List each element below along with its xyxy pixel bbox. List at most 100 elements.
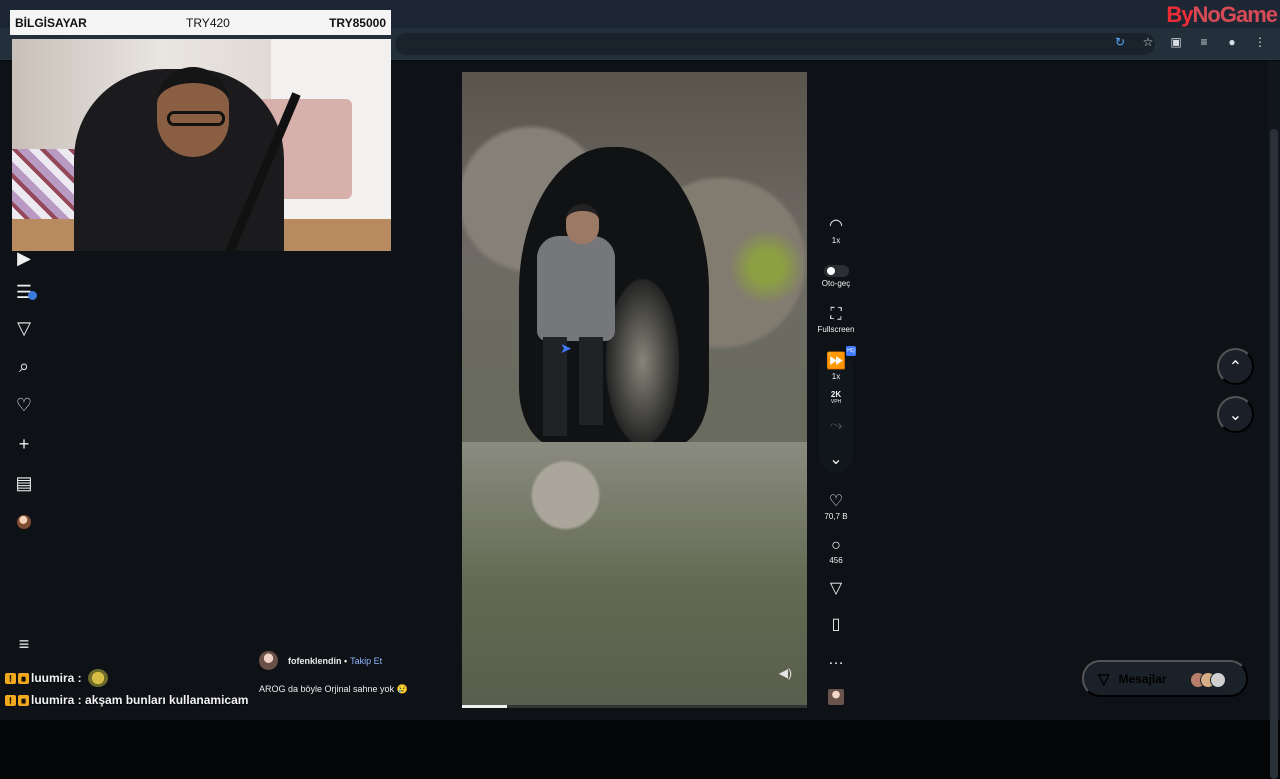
send-icon[interactable]: ▽ <box>6 312 42 344</box>
play-icon[interactable]: ▶ <box>6 242 42 274</box>
video-comment: fofenklendin • Takip Et AROG da böyle Or… <box>259 651 459 701</box>
video-progress-bar[interactable] <box>462 705 807 708</box>
previous-video-button[interactable]: ⌃ <box>1217 348 1254 385</box>
comment-header: fofenklendin • Takip Et <box>259 651 459 670</box>
emote-icon <box>87 669 108 687</box>
address-bar[interactable] <box>395 33 1155 55</box>
nav-avatar-image <box>17 515 31 529</box>
chart-icon[interactable]: ▤ <box>6 467 42 499</box>
dust-cloud <box>605 277 680 447</box>
chat-message: ! ■ luumira : <box>5 669 255 687</box>
man-head <box>566 204 599 244</box>
chat-badge-icon: ■ <box>18 672 29 684</box>
search-icon[interactable]: ⌕ <box>6 350 42 382</box>
like-count: 70,7 B <box>824 511 848 521</box>
stream-overlay-bar: BİLGİSAYAR TRY420 TRY85000 <box>10 10 391 35</box>
follow-link[interactable]: Takip Et <box>350 656 382 666</box>
chat-badge-icon: ! <box>5 672 16 684</box>
moss-patch <box>722 222 807 312</box>
more-icon[interactable]: ⋮ <box>1252 34 1268 50</box>
creator-profile-button[interactable] <box>814 688 858 706</box>
chevron-up-icon: ⌃ <box>1228 358 1243 376</box>
video-side-controls: ◠ 1x Oto-geç ⛶ Fullscreen HQ ⏩ 1x 2K VPH… <box>814 218 858 708</box>
playback-speed-button[interactable]: ⏩ 1x <box>814 353 858 382</box>
fast-forward-icon: ⏩ <box>826 353 846 370</box>
overlay-left-label: BİLGİSAYAR <box>15 15 87 30</box>
chevron-down-icon[interactable]: ⌄ <box>814 450 858 468</box>
save-button[interactable]: ▯ <box>814 616 858 634</box>
scrollbar-thumb[interactable] <box>1270 129 1278 779</box>
heart-icon: ♡ <box>828 492 844 510</box>
mouse-cursor-icon: ➤ <box>560 340 572 356</box>
send-icon: ▽ <box>1098 670 1110 688</box>
share-button[interactable]: ▽ <box>814 580 858 598</box>
stream-chat: ! ■ luumira : ! ■ luumira : akşam bunları … <box>5 669 255 714</box>
overlay-middle-value: TRY420 <box>186 15 230 30</box>
logo-secondary-text: NoGame <box>1192 2 1278 27</box>
speed-label: 1x <box>831 236 841 245</box>
chat-message-text: akşam bunları kullanamicam <box>85 693 249 707</box>
man-body <box>537 236 615 341</box>
logo-primary-text: By <box>1166 2 1193 27</box>
left-navigation: ▶ ☰ ▽ ⌕ ♡ + ▤ <box>6 242 44 542</box>
hamburger-menu-icon[interactable]: ≡ <box>6 628 42 660</box>
webcam-feed <box>12 39 391 251</box>
list-icon[interactable]: ☰ <box>6 276 42 308</box>
comment-avatar[interactable] <box>259 651 278 670</box>
video-player[interactable]: ➤ ◀) <box>462 72 807 708</box>
comment-author[interactable]: fofenklendin <box>288 656 342 666</box>
like-button[interactable]: ♡ 70,7 B <box>814 492 858 523</box>
messages-button[interactable]: ▽ Mesajlar <box>1082 660 1248 697</box>
chat-user: luumira <box>31 693 75 707</box>
chat-message: ! ■ luumira : akşam bunları kullanamicam <box>5 691 255 709</box>
chat-separator: : <box>74 693 86 707</box>
send-icon: ▽ <box>829 580 843 597</box>
autoplay-label: Oto-geç <box>821 278 851 288</box>
message-avatar-stack <box>1190 672 1228 689</box>
puzzle-icon[interactable]: ▣ <box>1168 34 1184 50</box>
overlay-right-value: TRY85000 <box>329 15 386 30</box>
sound-icon[interactable]: ◀) <box>779 666 792 680</box>
fullscreen-label: Fullscreen <box>817 325 855 334</box>
autoplay-switch[interactable] <box>823 264 849 277</box>
message-avatar <box>1210 672 1226 688</box>
chat-badge-icon: ■ <box>18 694 29 706</box>
avatar-icon[interactable] <box>6 506 42 538</box>
heart-icon[interactable]: ♡ <box>6 389 42 421</box>
video-progress-fill <box>462 705 507 708</box>
plus-icon[interactable]: + <box>6 428 42 460</box>
menu-icon[interactable]: ≡ <box>1196 34 1212 50</box>
comment-bullet: • <box>341 655 348 666</box>
more-dots-icon: … <box>828 651 844 668</box>
comment-count: 456 <box>829 556 843 565</box>
list-badge <box>28 291 37 300</box>
next-video-button[interactable]: ⌄ <box>1217 396 1254 433</box>
creator-thumbnail <box>828 689 844 705</box>
messages-label: Mesajlar <box>1118 671 1167 686</box>
chat-user: luumira <box>31 671 75 685</box>
autoplay-toggle[interactable]: Oto-geç <box>814 261 858 292</box>
fullscreen-button[interactable]: ⛶ Fullscreen <box>814 306 858 336</box>
comment-button[interactable]: ○ 456 <box>814 536 858 568</box>
rocky-ground <box>462 442 807 708</box>
speed-control[interactable]: ◠ 1x <box>814 218 858 246</box>
bookmark-icon: ▯ <box>831 616 841 633</box>
profile-icon[interactable]: ● <box>1224 34 1240 50</box>
page-scrollbar[interactable] <box>1268 61 1280 779</box>
bynogame-logo: ByNoGame <box>1166 2 1278 28</box>
more-options-button[interactable]: … <box>814 652 858 668</box>
comment-text: AROG da böyle Orjinal sahne yok 😢 <box>259 684 408 694</box>
bitrate-bottom-label: VPH <box>830 399 842 405</box>
faded-control-icon: ⤳ <box>829 417 843 434</box>
chat-badge-icon: ! <box>5 694 16 706</box>
extension-icon[interactable]: ↻ <box>1112 34 1128 50</box>
comment-icon: ○ <box>831 537 841 554</box>
glasses <box>167 111 225 126</box>
star-icon[interactable]: ☆ <box>1140 34 1156 50</box>
man-leg-right <box>579 337 603 425</box>
bitrate-button[interactable]: 2K VPH <box>814 388 858 408</box>
browser-toolbar-icons: ↻ ☆ ▣ ≡ ● ⋮ <box>1112 34 1268 50</box>
speed-gauge-icon: ◠ <box>829 217 843 234</box>
playback-speed-label: 1x <box>831 372 841 381</box>
chat-separator: : <box>74 671 82 685</box>
